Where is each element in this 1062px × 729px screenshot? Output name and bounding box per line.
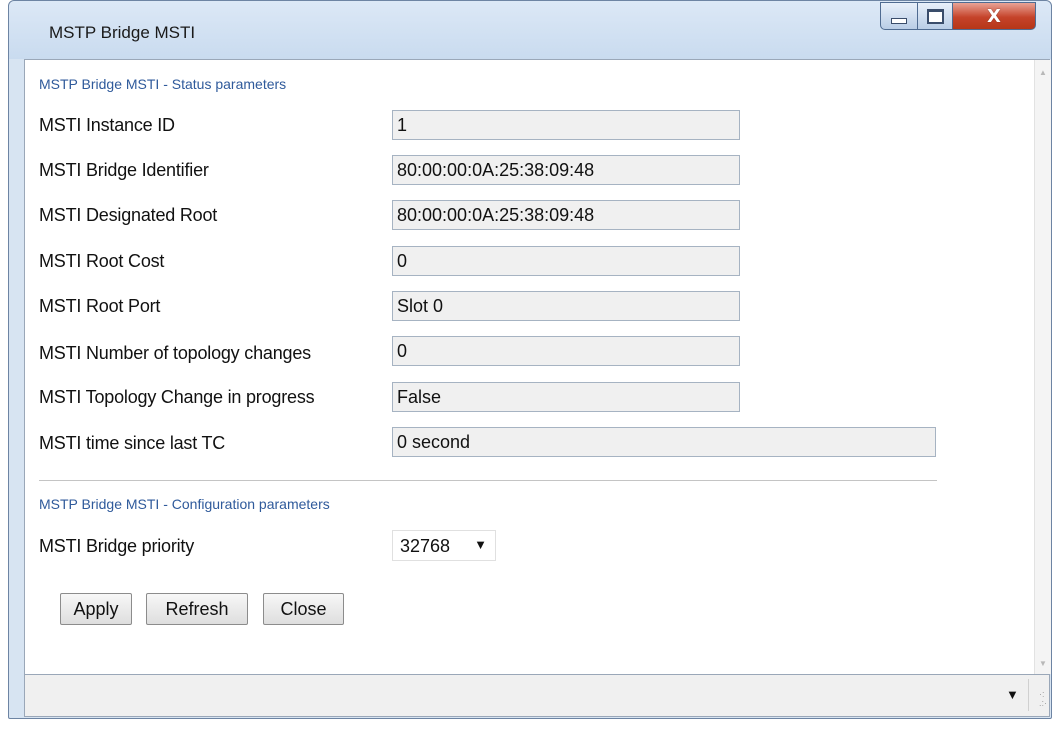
scroll-up-icon[interactable]: ▲ bbox=[1039, 68, 1047, 77]
content-panel: MSTP Bridge MSTI - Status parameters MST… bbox=[24, 59, 1051, 675]
resize-grip-icon: ·: .:· bbox=[1039, 689, 1047, 708]
topology-change-in-progress-field: False bbox=[392, 382, 740, 412]
dropdown-arrow-icon: ▼ bbox=[474, 537, 487, 552]
maximize-button[interactable] bbox=[917, 2, 953, 30]
status-dropdown-icon[interactable]: ▼ bbox=[1006, 687, 1019, 702]
field-label-topology-changes: MSTI Number of topology changes bbox=[39, 343, 311, 363]
maximize-icon bbox=[926, 8, 944, 24]
close-icon: X bbox=[987, 5, 1001, 27]
field-label-designated-root: MSTI Designated Root bbox=[39, 205, 218, 225]
dialog-window: MSTP Bridge MSTI X MSTP Bridge MSTI - St… bbox=[8, 0, 1052, 719]
title-bar[interactable]: MSTP Bridge MSTI X bbox=[9, 1, 1051, 59]
field-label-root-cost: MSTI Root Cost bbox=[39, 251, 165, 271]
status-bar: ▼ ·: .:· bbox=[24, 675, 1050, 717]
apply-button[interactable]: Apply bbox=[60, 593, 132, 625]
field-label-bridge-priority: MSTI Bridge priority bbox=[39, 536, 195, 556]
field-label-time-since-last-tc: MSTI time since last TC bbox=[39, 433, 226, 453]
status-section-header: MSTP Bridge MSTI - Status parameters bbox=[39, 76, 287, 92]
refresh-button[interactable]: Refresh bbox=[146, 593, 248, 625]
time-since-last-tc-field: 0 second bbox=[392, 427, 936, 457]
field-label-bridge-identifier: MSTI Bridge Identifier bbox=[39, 160, 209, 180]
scroll-down-icon[interactable]: ▼ bbox=[1039, 659, 1047, 668]
resize-grip[interactable]: ·: .:· bbox=[1028, 679, 1049, 711]
field-label-root-port: MSTI Root Port bbox=[39, 296, 161, 316]
bridge-identifier-field: 80:00:00:0A:25:38:09:48 bbox=[392, 155, 740, 185]
designated-root-field: 80:00:00:0A:25:38:09:48 bbox=[392, 200, 740, 230]
section-divider bbox=[39, 480, 937, 481]
close-window-button[interactable]: X bbox=[952, 2, 1036, 30]
root-cost-field: 0 bbox=[392, 246, 740, 276]
close-button[interactable]: Close bbox=[263, 593, 344, 625]
bridge-priority-value: 32768 bbox=[400, 536, 451, 556]
instance-id-field: 1 bbox=[392, 110, 740, 140]
minimize-button[interactable] bbox=[880, 2, 918, 30]
minimize-icon bbox=[891, 18, 907, 24]
bridge-priority-select[interactable]: 32768 ▼ bbox=[392, 530, 496, 561]
window-title: MSTP Bridge MSTI bbox=[49, 23, 196, 42]
field-label-instance-id: MSTI Instance ID bbox=[39, 115, 175, 135]
topology-changes-field: 0 bbox=[392, 336, 740, 366]
config-section-header: MSTP Bridge MSTI - Configuration paramet… bbox=[39, 496, 330, 512]
field-label-topology-change-in-progress: MSTI Topology Change in progress bbox=[39, 387, 315, 407]
vertical-scrollbar[interactable]: ▲ ▼ bbox=[1034, 60, 1051, 674]
root-port-field: Slot 0 bbox=[392, 291, 740, 321]
